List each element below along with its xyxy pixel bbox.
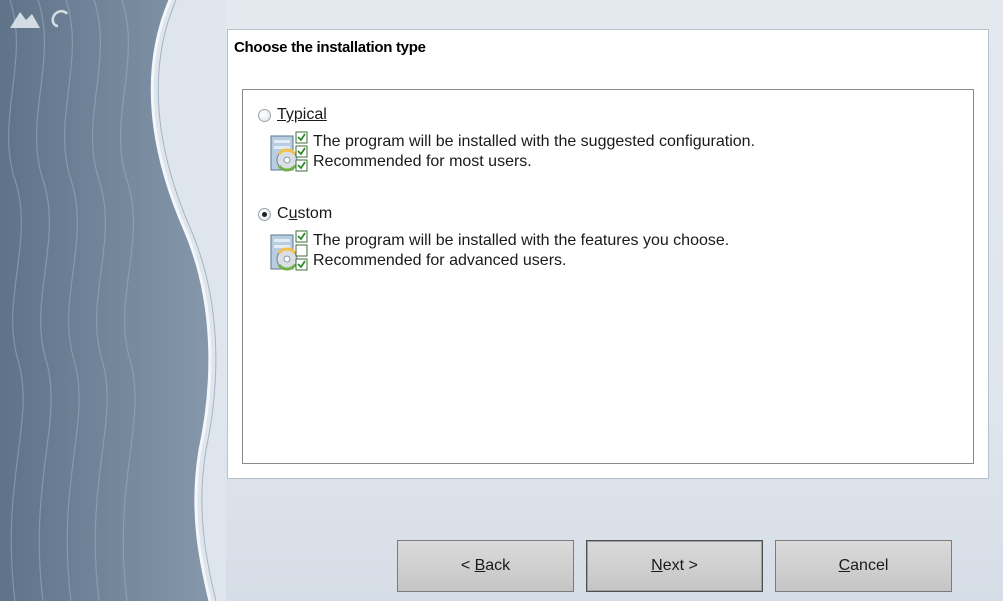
typical-description-line: The program will be installed with the s… xyxy=(313,133,756,150)
custom-description-line: The program will be installed with the f… xyxy=(313,232,730,249)
custom-description-text: The program will be installed with the f… xyxy=(313,231,729,271)
cancel-button[interactable]: Cancel xyxy=(775,540,952,592)
cancel-button-label: Cancel xyxy=(838,557,889,574)
custom-description: The program will be installed with the f… xyxy=(269,229,729,273)
back-button[interactable]: < Back xyxy=(397,540,574,592)
wave-pattern xyxy=(0,0,230,601)
typical-description-line: Recommended for most users. xyxy=(313,153,532,170)
typical-description-text: The program will be installed with the s… xyxy=(313,132,755,172)
typical-description: The program will be installed with the s… xyxy=(269,130,755,174)
vendor-logo-icon xyxy=(10,9,69,28)
typical-radio-label[interactable]: Typical xyxy=(277,106,327,124)
wizard-button-bar: < Back Next > Cancel xyxy=(397,540,952,592)
page-title: Choose the installation type xyxy=(234,39,426,56)
typical-radio[interactable] xyxy=(258,108,271,122)
install-features-icon xyxy=(270,230,308,271)
install-config-icon xyxy=(270,131,308,172)
wizard-content: Choose the installation type Typical The… xyxy=(226,0,1003,601)
typical-radio-row[interactable]: Typical xyxy=(258,105,327,125)
custom-radio-row[interactable]: Custom xyxy=(258,204,332,224)
sidebar-artwork xyxy=(0,0,230,601)
next-button-label: Next > xyxy=(651,557,698,574)
custom-description-line: Recommended for advanced users. xyxy=(313,252,567,269)
install-type-options: Typical The program will be installed wi… xyxy=(242,89,974,464)
next-button[interactable]: Next > xyxy=(586,540,763,592)
back-button-label: < Back xyxy=(460,557,511,574)
installation-type-panel: Choose the installation type Typical The… xyxy=(227,29,989,479)
custom-radio[interactable] xyxy=(258,207,271,221)
custom-radio-label[interactable]: Custom xyxy=(277,205,332,223)
